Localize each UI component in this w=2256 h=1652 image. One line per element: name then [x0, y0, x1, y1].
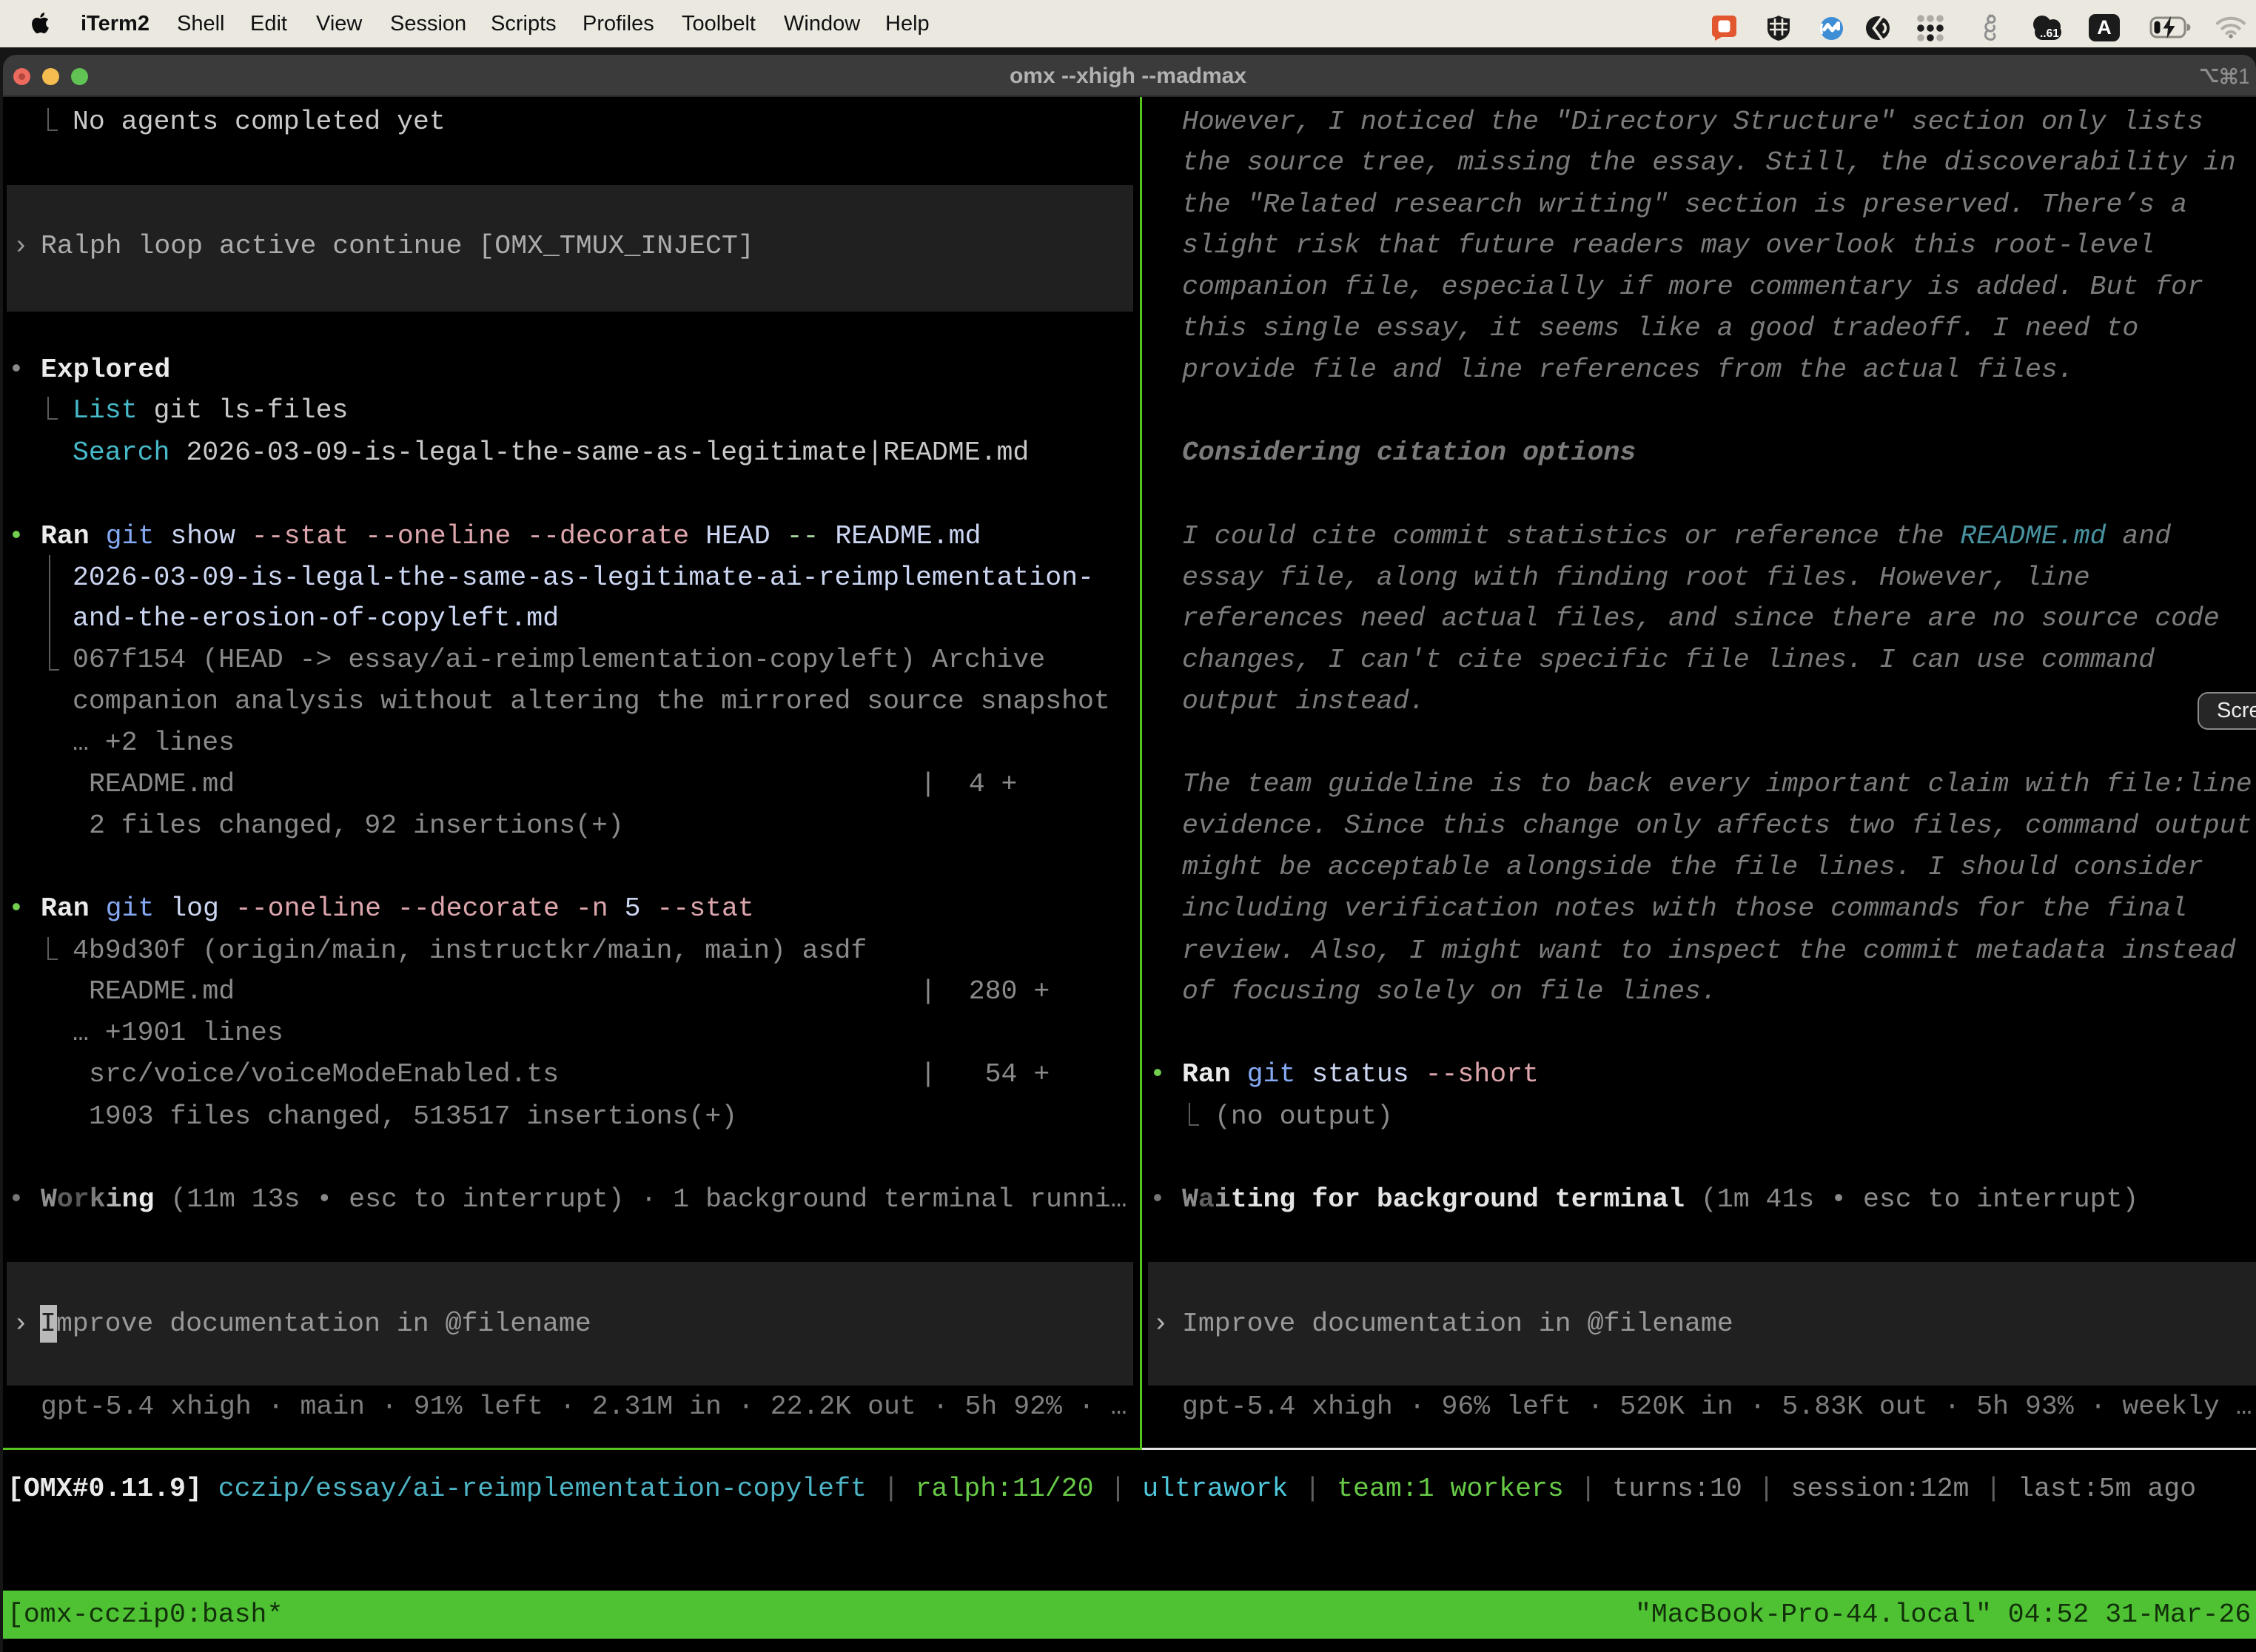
svg-text:1: 1	[2238, 64, 2249, 87]
svg-text:..61: ..61	[2040, 27, 2059, 40]
